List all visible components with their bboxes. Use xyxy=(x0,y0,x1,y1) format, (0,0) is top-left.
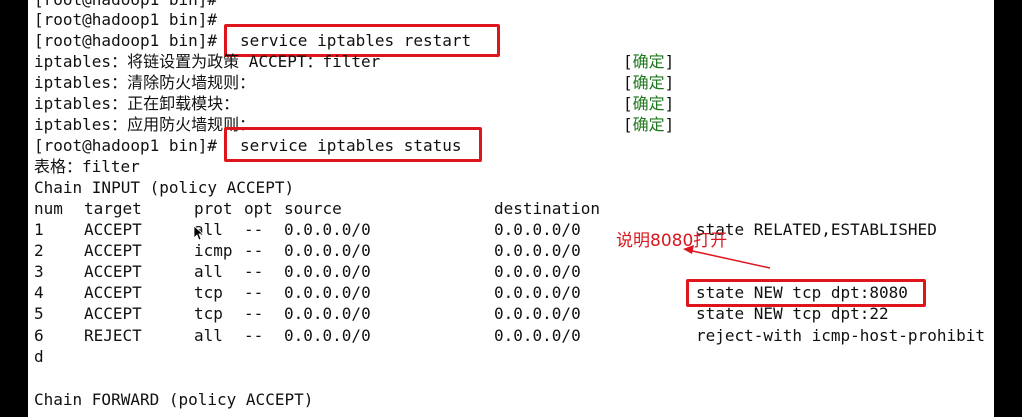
right-frame xyxy=(994,0,1022,417)
annotation-arrow xyxy=(683,245,771,269)
mouse-cursor-icon xyxy=(193,225,203,241)
terminal-window[interactable]: [root@hadoop1 bin]# [root@hadoop1 bin]# … xyxy=(28,0,994,417)
left-frame xyxy=(0,0,28,417)
